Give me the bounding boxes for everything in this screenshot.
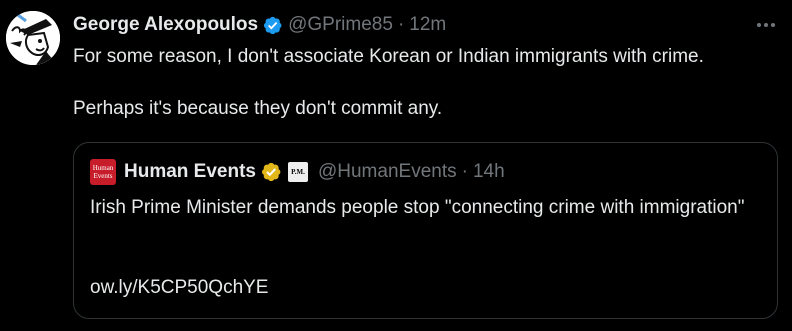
author-handle[interactable]: @GPrime85	[288, 13, 393, 37]
tweet-timestamp[interactable]: 12m	[409, 13, 446, 37]
quoted-tweet-body: Irish Prime Minister demands people stop…	[90, 195, 760, 221]
affiliate-badge[interactable]: P.M.	[287, 162, 308, 182]
verified-badge-icon	[262, 15, 283, 36]
avatar-logo-text-top: Human	[92, 164, 114, 172]
quoted-tweet-header: Human Events Human Events P.M. @HumanEve…	[90, 159, 505, 185]
author-display-name[interactable]: George Alexopoulos	[73, 13, 258, 37]
quoted-tweet-link[interactable]: ow.ly/K5CP50QchYE	[90, 275, 268, 301]
quoted-meta-separator: ·	[461, 161, 468, 182]
quoted-tweet-timestamp[interactable]: 14h	[473, 160, 505, 184]
quoted-author-display-name[interactable]: Human Events	[124, 160, 256, 184]
more-options-icon[interactable]	[754, 14, 778, 36]
meta-separator: ·	[397, 14, 405, 35]
quoted-tweet-text: Irish Prime Minister demands people stop…	[90, 197, 745, 218]
tweet-body: For some reason, I don't associate Korea…	[73, 44, 773, 122]
avatar-logo-text-bottom: Events	[93, 172, 113, 180]
tweet-header: George Alexopoulos @GPrime85 · 12m	[73, 13, 446, 37]
author-avatar[interactable]	[6, 11, 60, 65]
quoted-author-avatar[interactable]: Human Events	[90, 159, 116, 185]
cartoon-face-avatar-icon	[6, 11, 60, 65]
verified-organization-badge-icon	[260, 161, 282, 183]
quoted-author-handle[interactable]: @HumanEvents	[318, 160, 457, 184]
tweet-text-line: Perhaps it's because they don't commit a…	[73, 98, 443, 119]
quoted-tweet-card[interactable]: Human Events Human Events P.M. @HumanEve…	[73, 142, 778, 319]
tweet-text-line: For some reason, I don't associate Korea…	[73, 46, 704, 67]
